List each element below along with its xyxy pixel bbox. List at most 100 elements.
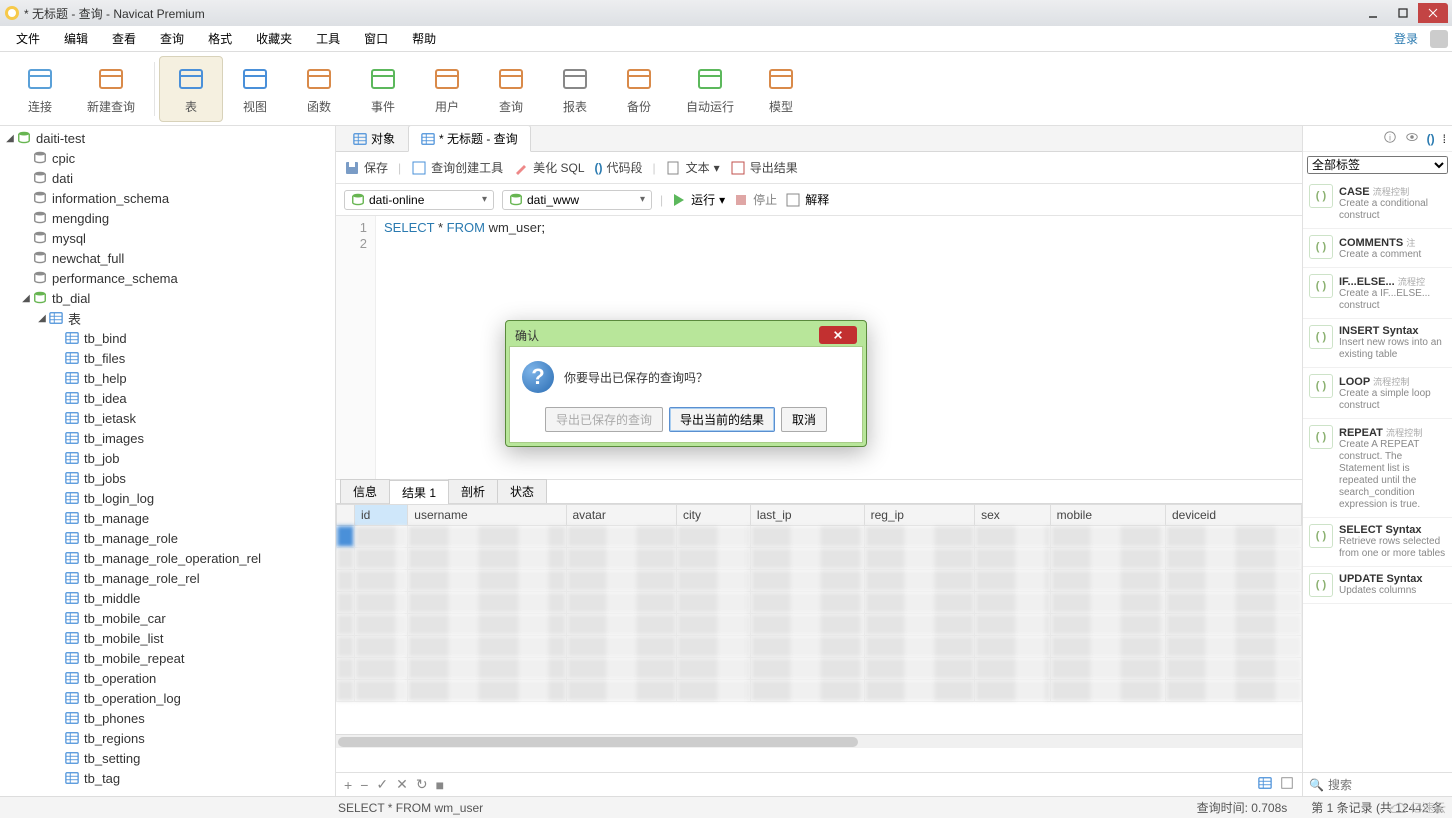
table-row[interactable] [337,614,1302,636]
info-icon[interactable]: i [1383,130,1397,147]
result-tab-2[interactable]: 剖析 [448,479,498,503]
tree-db-tb_dial[interactable]: ◢tb_dial [0,288,335,308]
login-link[interactable]: 登录 [1386,26,1426,51]
stop-button[interactable]: 停止 [733,191,777,208]
tree-table-tb_ietask[interactable]: tb_ietask [0,408,335,428]
dialog-close-button[interactable] [819,326,857,344]
tree-table-tb_mobile_repeat[interactable]: tb_mobile_repeat [0,648,335,668]
snippet-icon[interactable]: () [1427,132,1435,146]
tree-table-tb_mobile_list[interactable]: tb_mobile_list [0,628,335,648]
export-current-button[interactable]: 导出当前的结果 [669,407,775,432]
tree-table-tb_phones[interactable]: tb_phones [0,708,335,728]
tree-db-newchat_full[interactable]: newchat_full [0,248,335,268]
tree-db-information_schema[interactable]: information_schema [0,188,335,208]
ribbon-table[interactable]: 表 [159,56,223,122]
snippet-7[interactable]: ( )UPDATE Syntax Updates columns [1303,567,1452,604]
export-saved-button[interactable]: 导出已保存的查询 [545,407,663,432]
result-tab-1[interactable]: 结果 1 [389,480,449,504]
ribbon-query[interactable]: 查询 [479,56,543,122]
commit-button[interactable]: ✓ [376,776,388,793]
col-sex[interactable]: sex [975,505,1051,526]
avatar[interactable] [1430,30,1448,48]
tree-table-tb_manage_role[interactable]: tb_manage_role [0,528,335,548]
tree-table-tb_tag[interactable]: tb_tag [0,768,335,788]
tab-objects[interactable]: 对象 [340,126,408,151]
col-deviceid[interactable]: deviceid [1165,505,1301,526]
connection-select[interactable]: dati-online▾ [344,190,494,210]
snippet-2[interactable]: ( )IF...ELSE... 流程控Create a IF...ELSE...… [1303,268,1452,319]
tree-connection[interactable]: ◢daiti-test [0,128,335,148]
tree-db-dati[interactable]: dati [0,168,335,188]
snippet-0[interactable]: ( )CASE 流程控制Create a conditional constru… [1303,178,1452,229]
col-last_ip[interactable]: last_ip [750,505,864,526]
col-avatar[interactable]: avatar [566,505,677,526]
tree-table-tb_setting[interactable]: tb_setting [0,748,335,768]
add-row-button[interactable]: + [344,777,352,793]
tree-table-tb_job[interactable]: tb_job [0,448,335,468]
tree-table-tb_bind[interactable]: tb_bind [0,328,335,348]
ribbon-model[interactable]: 模型 [749,56,813,122]
code-snippet-button[interactable]: ()代码段 [595,159,643,176]
col-id[interactable]: id [355,505,408,526]
menu-帮助[interactable]: 帮助 [400,26,448,51]
col-reg_ip[interactable]: reg_ip [864,505,975,526]
table-row[interactable] [337,570,1302,592]
col-city[interactable]: city [677,505,751,526]
ribbon-autorun[interactable]: 自动运行 [671,56,749,122]
eye-icon[interactable] [1405,130,1419,147]
table-row[interactable] [337,548,1302,570]
tree-table-tb_mobile_car[interactable]: tb_mobile_car [0,608,335,628]
grid-view-icon[interactable] [1258,776,1272,793]
tree-table-tb_files[interactable]: tb_files [0,348,335,368]
menu-窗口[interactable]: 窗口 [352,26,400,51]
snippet-4[interactable]: ( )LOOP 流程控制Create a simple loop constru… [1303,368,1452,419]
col-username[interactable]: username [408,505,566,526]
cancel-button[interactable]: ✕ [396,776,408,793]
table-row[interactable] [337,592,1302,614]
minimize-button[interactable] [1358,3,1388,23]
maximize-button[interactable] [1388,3,1418,23]
tree-db-mysql[interactable]: mysql [0,228,335,248]
tab-query[interactable]: * 无标题 - 查询 [408,126,531,152]
tree-table-tb_operation[interactable]: tb_operation [0,668,335,688]
tag-filter-select[interactable]: 全部标签 [1307,156,1448,174]
result-tab-0[interactable]: 信息 [340,479,390,503]
ribbon-fx[interactable]: 函数 [287,56,351,122]
tree-table-tb_login_log[interactable]: tb_login_log [0,488,335,508]
export-button[interactable]: 导出结果 [730,159,798,176]
save-button[interactable]: 保存 [344,159,388,176]
delete-row-button[interactable]: − [360,777,368,793]
menu-格式[interactable]: 格式 [196,26,244,51]
beautify-sql-button[interactable]: 美化 SQL [513,159,584,176]
tree-table-tb_manage[interactable]: tb_manage [0,508,335,528]
database-select[interactable]: dati_www▾ [502,190,652,210]
ribbon-view[interactable]: 视图 [223,56,287,122]
run-button[interactable]: 运行 ▾ [671,191,725,208]
snippet-search-input[interactable] [1328,778,1452,792]
tree-tables-group[interactable]: ◢表 [0,308,335,328]
menu-文件[interactable]: 文件 [4,26,52,51]
tree-table-tb_help[interactable]: tb_help [0,368,335,388]
menu-编辑[interactable]: 编辑 [52,26,100,51]
snippet-3[interactable]: ( )INSERT Syntax Insert new rows into an… [1303,319,1452,368]
tree-table-tb_jobs[interactable]: tb_jobs [0,468,335,488]
table-row[interactable] [337,658,1302,680]
explain-button[interactable]: 解释 [785,191,829,208]
table-row[interactable] [337,636,1302,658]
text-button[interactable]: 文本 ▾ [666,159,720,176]
stop-button[interactable]: ■ [436,777,444,793]
object-tree[interactable]: ◢daiti-testcpicdatiinformation_schemamen… [0,126,336,796]
tree-table-tb_images[interactable]: tb_images [0,428,335,448]
snippet-5[interactable]: ( )REPEAT 流程控制Create A REPEAT construct.… [1303,419,1452,518]
cancel-button[interactable]: 取消 [781,407,827,432]
tree-table-tb_idea[interactable]: tb_idea [0,388,335,408]
ribbon-event[interactable]: 事件 [351,56,415,122]
menu-查看[interactable]: 查看 [100,26,148,51]
result-grid[interactable]: idusernameavatarcitylast_ipreg_ipsexmobi… [336,504,1302,772]
menu-查询[interactable]: 查询 [148,26,196,51]
tree-db-mengding[interactable]: mengding [0,208,335,228]
horizontal-scrollbar[interactable] [336,734,1302,748]
tree-db-cpic[interactable]: cpic [0,148,335,168]
menu-工具[interactable]: 工具 [304,26,352,51]
menu-收藏夹[interactable]: 收藏夹 [244,26,304,51]
